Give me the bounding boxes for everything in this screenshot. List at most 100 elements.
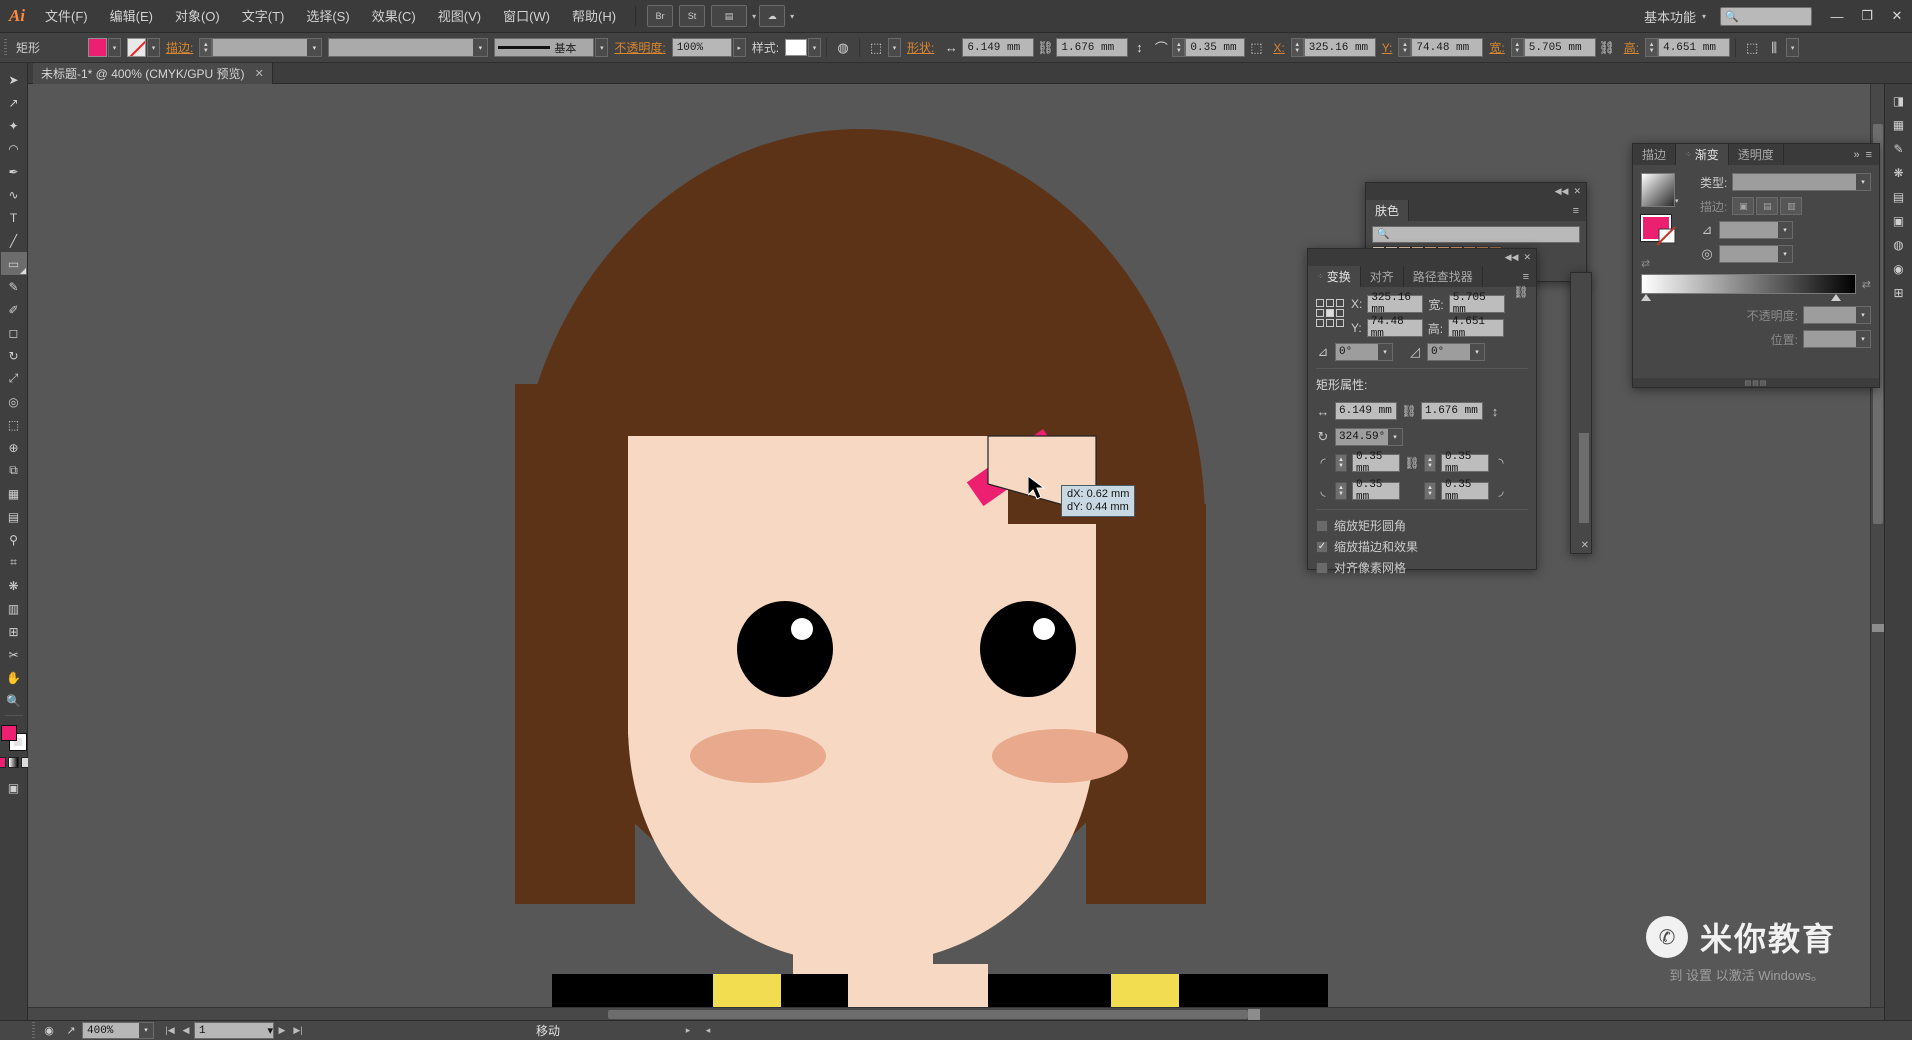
sync-chevron-down-icon[interactable]: ▾	[790, 12, 794, 21]
stroke-weight-label[interactable]: 描边:	[160, 39, 199, 56]
corner-radius-stepper[interactable]: ▲ ▼	[1172, 38, 1186, 57]
tool-gradient[interactable]: ▤	[1, 505, 27, 528]
shear-chevron-down-icon[interactable]: ▾	[1470, 344, 1484, 360]
swatches-scrollbar-thumb[interactable]	[1579, 433, 1589, 523]
tab-transparency[interactable]: 透明度	[1729, 144, 1784, 165]
opacity-mask-icon[interactable]: ◍	[832, 37, 854, 59]
arrange-documents-icon[interactable]: ▤	[711, 5, 748, 27]
transform-panel-close-icon[interactable]: ✕	[1523, 252, 1531, 263]
opacity-input[interactable]: 100%	[671, 38, 732, 57]
dock-graphic-styles-icon[interactable]: ◉	[1887, 258, 1911, 280]
transform-panel-collapse-icon[interactable]: ◀◀	[1505, 252, 1519, 263]
y-stepper[interactable]: ▲ ▼	[1398, 38, 1412, 57]
menu-select[interactable]: 选择(S)	[295, 0, 360, 33]
prev-artboard-icon[interactable]: ◀	[178, 1025, 194, 1036]
bridge-icon[interactable]: Br	[647, 5, 674, 27]
reference-point-selector[interactable]	[1316, 299, 1344, 327]
tool-selection[interactable]: ➤	[1, 68, 27, 91]
gradient-panel-collapse-icon[interactable]: »	[1853, 149, 1859, 161]
gradient-stroke-type-buttons[interactable]: ▣ ▤ ▥	[1732, 197, 1803, 215]
gradient-stroke-across-icon[interactable]: ▥	[1780, 197, 1803, 215]
rect-height-input[interactable]: 1.676 mm	[1421, 402, 1483, 420]
tool-type[interactable]: T	[1, 206, 27, 229]
menu-file[interactable]: 文件(F)	[34, 0, 99, 33]
checkbox-scale-rect-corners-row[interactable]: 缩放矩形圆角	[1316, 517, 1528, 534]
stroke-weight-dropdown[interactable]: ▾	[212, 38, 323, 57]
artboard-chevron-down-icon[interactable]: ▾	[267, 1024, 273, 1038]
gradient-aspect-input[interactable]: ▾	[1719, 245, 1793, 263]
menu-window[interactable]: 窗口(W)	[492, 0, 561, 33]
gradient-angle-chevron-down-icon[interactable]: ▾	[1778, 222, 1792, 238]
color-button-icon[interactable]	[0, 757, 6, 768]
corner-bottom-right-input[interactable]: 0.35 mm	[1441, 479, 1489, 503]
menu-help[interactable]: 帮助(H)	[561, 0, 627, 33]
transform-panel-titlebar[interactable]: ◀◀ ✕	[1308, 249, 1536, 266]
corner-link-icon[interactable]: ⛓	[1404, 452, 1419, 474]
tool-slice[interactable]: ✂	[1, 643, 27, 666]
skin-search-input[interactable]: 🔍	[1372, 226, 1580, 243]
tool-symbol-sprayer[interactable]: ❋	[1, 574, 27, 597]
tool-column-graph[interactable]: ▥	[1, 597, 27, 620]
tool-width[interactable]: ◎	[1, 390, 27, 413]
corner-tr-stepper[interactable]: ▲ ▼	[1424, 454, 1436, 472]
tool-paintbrush[interactable]: ✎	[1, 275, 27, 298]
search-input[interactable]: 🔍	[1720, 6, 1812, 26]
tool-lasso[interactable]: ◠	[1, 137, 27, 160]
stroke-profile-dropdown[interactable]: ▾	[328, 38, 489, 57]
gradient-type-chevron-down-icon[interactable]: ▾	[1856, 174, 1870, 190]
dock-color-icon[interactable]: ◨	[1887, 90, 1911, 112]
skin-panel-close-icon[interactable]: ✕	[1573, 186, 1581, 197]
checkbox-align-pixel-grid-row[interactable]: 对齐像素网格	[1316, 559, 1528, 576]
workspace-chevron-down-icon[interactable]: ▾	[1702, 12, 1706, 21]
tool-pen[interactable]: ✒	[1, 160, 27, 183]
tab-pathfinder[interactable]: 路径查找器	[1404, 266, 1483, 287]
tab-align[interactable]: 对齐	[1361, 266, 1404, 287]
workspace-switcher[interactable]: 基本功能	[1640, 7, 1700, 26]
ref-point-tc[interactable]	[1326, 299, 1334, 307]
tool-blend[interactable]: ⌗	[1, 551, 27, 574]
document-tab[interactable]: 未标题-1* @ 400% (CMYK/GPU 预览) ✕	[33, 63, 273, 84]
gradient-reverse-icon[interactable]: ⇄	[1862, 278, 1871, 291]
rect-width-input[interactable]: 6.149 mm	[1335, 402, 1397, 420]
shape-width-input[interactable]: 6.149 mm	[962, 38, 1035, 57]
corner-br-stepper[interactable]: ▲ ▼	[1424, 482, 1436, 500]
transform-height-input[interactable]: 4.651 mm	[1448, 316, 1505, 340]
sync-settings-icon[interactable]: ☁	[759, 5, 786, 27]
transform-chevron-down-icon[interactable]: ▾	[888, 38, 902, 57]
corner-bl-stepper[interactable]: ▲ ▼	[1335, 482, 1347, 500]
dock-swatches-icon[interactable]: ▦	[1887, 114, 1911, 136]
gradient-panel-menu-icon[interactable]: ≡	[1866, 149, 1872, 161]
status-prev-icon[interactable]: ◂	[700, 1025, 716, 1036]
shape-label[interactable]: 形状:	[901, 39, 940, 56]
transform-x-input[interactable]: 325.16 mm	[1367, 292, 1424, 316]
ref-point-tl[interactable]	[1316, 299, 1324, 307]
fill-indicator-swatch[interactable]	[0, 725, 17, 741]
tool-magic-wand[interactable]: ✦	[1, 114, 27, 137]
ref-point-mr[interactable]	[1336, 309, 1344, 317]
gradient-location-chevron-down-icon[interactable]: ▾	[1856, 331, 1870, 347]
ref-point-tr[interactable]	[1336, 299, 1344, 307]
rect-angle-chevron-down-icon[interactable]: ▾	[1388, 429, 1402, 445]
gradient-button-icon[interactable]	[8, 757, 19, 768]
checkbox-scale-strokes-effects[interactable]: ✓	[1316, 540, 1328, 553]
gradient-stroke-along-icon[interactable]: ▤	[1756, 197, 1779, 215]
menu-effect[interactable]: 效果(C)	[361, 0, 427, 33]
corner-bottom-left-input[interactable]: 0.35 mm	[1352, 479, 1400, 503]
window-close-button[interactable]: ✕	[1882, 0, 1912, 33]
constrain-wh-proportions-icon[interactable]: ⛓	[1513, 281, 1528, 303]
tab-gradient[interactable]: ⁘ 渐变	[1676, 144, 1729, 165]
gradient-preview-swatch[interactable]	[1641, 173, 1675, 207]
align-panel-icon[interactable]: ⫼	[1763, 37, 1785, 59]
swatches-panel-edge[interactable]: ✕	[1570, 272, 1592, 554]
corner-top-right-input[interactable]: 0.35 mm	[1441, 451, 1489, 475]
zoom-level-input[interactable]: 400% ▾	[82, 1022, 154, 1039]
ref-point-ml[interactable]	[1316, 309, 1324, 317]
bbox-width-input[interactable]: 5.705 mm	[1523, 38, 1596, 57]
y-position-input[interactable]: 74.48 mm	[1411, 38, 1484, 57]
shape-height-input[interactable]: 1.676 mm	[1056, 38, 1129, 57]
horizontal-scrollbar-marker[interactable]	[1248, 1009, 1260, 1020]
dock-artboards-icon[interactable]: ⊞	[1887, 282, 1911, 304]
ref-point-bl[interactable]	[1316, 319, 1324, 327]
gradient-swap-icon[interactable]: ⇄	[1641, 257, 1691, 270]
tool-perspective-grid[interactable]: ⧉	[1, 459, 27, 482]
